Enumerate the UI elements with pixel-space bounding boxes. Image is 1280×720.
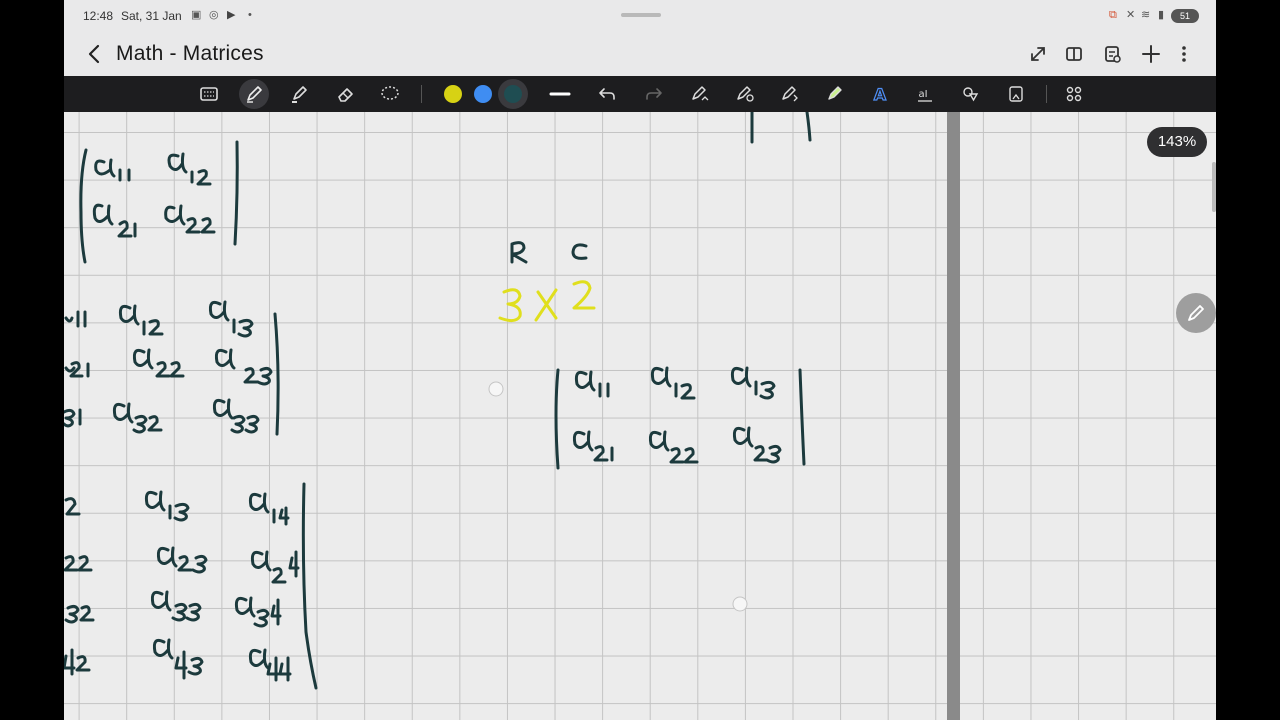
eraser-button[interactable] — [330, 79, 360, 109]
pen-convert-button[interactable] — [775, 79, 805, 109]
more-notifications-icon: • — [248, 9, 252, 21]
color-swatch-yellow[interactable] — [444, 85, 462, 103]
cast-icon: ⧉ — [1109, 9, 1117, 21]
text-style-icon: A — [873, 84, 887, 104]
marker-icon — [828, 86, 842, 100]
book-view-button[interactable] — [1060, 40, 1088, 68]
marker-button[interactable] — [820, 79, 850, 109]
add-page-button[interactable] — [1137, 40, 1165, 68]
zoom-level-badge: 143% — [1147, 127, 1207, 157]
back-button[interactable] — [84, 39, 106, 69]
rows-columns-label — [510, 241, 588, 264]
matrix-2x3-drawing — [554, 366, 806, 470]
highlighter-button[interactable] — [284, 79, 314, 109]
notes-list-icon — [1105, 46, 1121, 63]
scroll-indicator[interactable] — [1212, 162, 1216, 212]
matrix-3x3-drawing — [64, 300, 280, 436]
pen-settings-icon — [692, 86, 709, 101]
text-box-button[interactable]: aI — [910, 79, 940, 109]
color-swatch-blue[interactable] — [474, 85, 492, 103]
book-view-icon — [1066, 47, 1082, 61]
pen-button[interactable] — [239, 79, 269, 109]
battery-badge: 51 — [1171, 9, 1199, 23]
keyboard-button[interactable] — [194, 79, 224, 109]
pen-settings-button[interactable] — [685, 79, 715, 109]
more-button[interactable] — [1170, 40, 1198, 68]
whatsapp-icon: ◎ — [209, 9, 219, 21]
color-swatch-teal[interactable] — [504, 85, 522, 103]
toolbar-separator — [421, 85, 422, 103]
chevron-left-icon — [88, 44, 100, 64]
lasso-button[interactable] — [375, 79, 405, 109]
wifi-icon: ≋ — [1141, 9, 1151, 21]
matrix-4x4-drawing — [64, 482, 318, 690]
stroke-width-button[interactable] — [545, 79, 575, 109]
selection-handle — [488, 381, 504, 397]
add-icon — [1142, 45, 1160, 63]
status-date: Sat, 31 Jan — [121, 9, 182, 23]
shapes-icon — [963, 87, 979, 102]
pen-convert-icon — [782, 86, 798, 102]
highlighter-icon — [292, 86, 307, 103]
selection-handle — [732, 596, 748, 612]
screenshot-icon: ▣ — [191, 9, 202, 21]
toolbar-separator — [1046, 85, 1047, 103]
handwriting-ink — [64, 112, 812, 690]
note-title: Math - Matrices — [116, 42, 264, 65]
window-handle[interactable] — [621, 13, 661, 17]
expand-icon — [1031, 47, 1045, 61]
redo-button[interactable] — [639, 79, 669, 109]
notes-list-button[interactable] — [1098, 40, 1126, 68]
youtube-icon: ▶ — [227, 9, 236, 21]
more-icon — [1182, 46, 1186, 62]
status-bar: 12:48 Sat, 31 Jan ▣ ◎ ▶ • ⧉ ✕ ≋ ▮ 51 — [64, 0, 1216, 32]
shape-pen-icon — [737, 86, 754, 102]
redo-icon — [646, 88, 662, 100]
svg-text:aI: aI — [918, 89, 927, 100]
insert-icon — [1009, 86, 1023, 102]
drawing-toolbar: A aI — [64, 76, 1216, 112]
expand-button[interactable] — [1024, 40, 1052, 68]
undo-icon — [599, 88, 615, 100]
ink-bar — [805, 112, 812, 142]
grid-menu-button[interactable] — [1059, 79, 1089, 109]
dimension-3x2-drawing — [498, 280, 596, 323]
text-style-button[interactable]: A — [865, 79, 895, 109]
shapes-button[interactable] — [955, 79, 985, 109]
matrix-2x2-drawing — [79, 140, 239, 264]
undo-button[interactable] — [592, 79, 622, 109]
pen-icon — [1188, 305, 1204, 321]
status-time: 12:48 — [83, 9, 114, 23]
grid-menu-icon — [1066, 86, 1082, 102]
note-canvas[interactable] — [64, 112, 1216, 720]
title-bar: Math - Matrices — [64, 32, 1216, 76]
signal-icon: ▮ — [1158, 9, 1165, 21]
text-box-icon: aI — [918, 89, 932, 102]
lasso-icon — [381, 86, 399, 100]
insert-button[interactable] — [1001, 79, 1031, 109]
shape-pen-button[interactable] — [730, 79, 760, 109]
stroke-width-icon — [549, 92, 571, 96]
eraser-icon — [338, 88, 353, 102]
pen-icon — [247, 86, 262, 103]
svg-text:A: A — [874, 85, 887, 104]
tablet-screen: 12:48 Sat, 31 Jan ▣ ◎ ▶ • ⧉ ✕ ≋ ▮ 51 Mat… — [64, 0, 1216, 720]
floating-pen-button[interactable] — [1176, 293, 1216, 333]
keyboard-icon — [200, 87, 218, 101]
mute-icon: ✕ — [1126, 9, 1136, 21]
